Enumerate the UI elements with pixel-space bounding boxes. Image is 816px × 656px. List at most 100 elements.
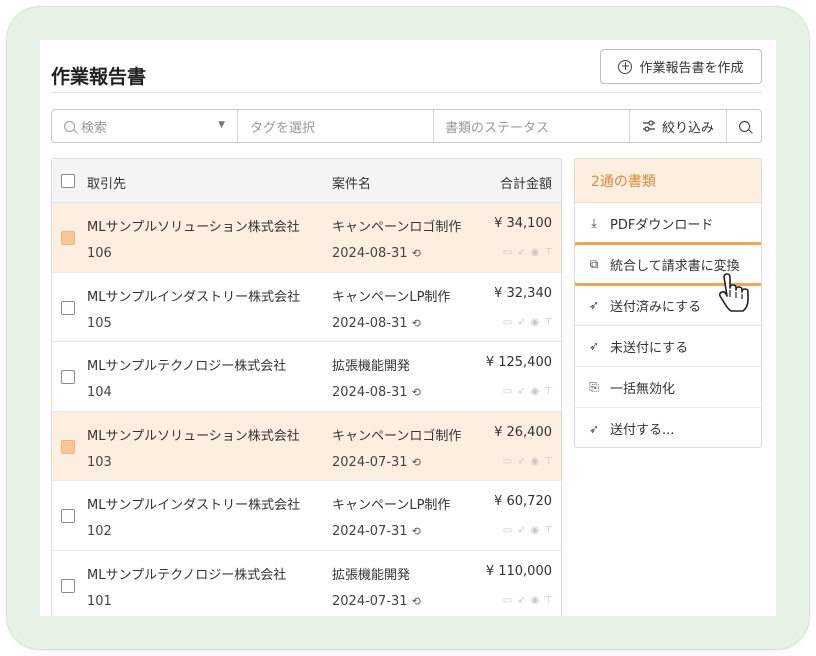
filter-icon: ⊤: [544, 247, 553, 258]
panel-action-label: PDFダウンロード: [610, 217, 714, 233]
filter-bar: 検索 ▼ タグを選択 書類のステータス 絞り込み: [51, 109, 762, 143]
filter-icon: ⊤: [544, 316, 553, 328]
history-icon: ⟲: [411, 455, 421, 469]
row-id: 106: [87, 246, 112, 261]
tag-select[interactable]: タグを選択: [238, 110, 434, 142]
row-client: MLサンプルソリューション株式会社: [87, 220, 300, 235]
row-id: 105: [87, 315, 112, 331]
row-status-icons: ▭ ➶ ◉ ⊤: [503, 595, 553, 606]
row-checkbox[interactable]: [61, 509, 75, 523]
eye-icon: ◉: [530, 455, 540, 467]
eye-icon: ◉: [530, 386, 540, 397]
row-status-icons: ▭ ➶ ◉ ⊤: [503, 317, 553, 328]
row-amount: ¥ 125,400: [485, 355, 552, 370]
row-project-name: 拡張機能開発: [332, 359, 411, 374]
panel-action-label: 統合して請求書に変換: [610, 258, 740, 274]
send-icon: ➶: [517, 386, 526, 397]
row-checkbox[interactable]: [61, 439, 75, 454]
search-button[interactable]: [727, 110, 761, 142]
title-divider: [51, 92, 762, 93]
panel-action-label: 一括無効化: [610, 381, 676, 397]
calendar-icon: ▭: [502, 247, 513, 258]
row-checkbox[interactable]: [61, 578, 75, 593]
row-status-icons: ▭ ➶ ◉ ⊤: [503, 456, 553, 467]
row-amount: ¥ 60,720: [494, 494, 552, 509]
panel-header: 2通の書類: [575, 159, 761, 203]
download-icon: ⤓: [591, 215, 597, 230]
table-row[interactable]: MLサンプルソリューション株式会社 103 キャンペーンロゴ制作 2024-07…: [52, 411, 561, 481]
row-date-wrap: 2024-07-31 ⟲: [332, 594, 421, 609]
send-icon: ➶: [517, 455, 526, 467]
sliders-icon: [642, 120, 655, 132]
send-icon: ➶: [588, 421, 600, 436]
row-date: 2024-07-31: [332, 593, 408, 609]
row-date: 2024-07-31: [332, 524, 408, 539]
send-icon: ➶: [517, 594, 526, 606]
panel-action-item[interactable]: ⤓ PDFダウンロード: [575, 203, 761, 244]
report-table: 取引先 案件名 合計金額 MLサンプルソリューション株式会社 106 キャンペー…: [51, 158, 562, 616]
filter-icon: ⊤: [544, 455, 553, 467]
row-id: 104: [87, 385, 112, 400]
filter-button[interactable]: 絞り込み: [630, 110, 727, 142]
row-amount: ¥ 32,340: [494, 285, 552, 301]
row-date: 2024-08-31: [332, 315, 408, 331]
row-project-name: キャンペーンLP制作: [332, 289, 451, 305]
row-checkbox[interactable]: [61, 300, 75, 315]
row-client: MLサンプルテクノロジー株式会社: [87, 567, 287, 583]
table-row[interactable]: MLサンプルテクノロジー株式会社 104 拡張機能開発 2024-08-31 ⟲ …: [52, 342, 561, 412]
search-icon: [738, 120, 750, 132]
header-amount: 合計金額: [499, 177, 552, 192]
panel-action-item[interactable]: ⎘ 一括無効化: [575, 367, 761, 408]
row-checkbox[interactable]: [61, 231, 75, 245]
eye-icon: ◉: [530, 525, 540, 536]
copy-icon: ⧉: [589, 256, 599, 271]
row-date-wrap: 2024-07-31 ⟲: [332, 524, 421, 539]
row-client: MLサンプルテクノロジー株式会社: [87, 359, 287, 374]
panel-action-label: 送付する...: [610, 423, 675, 438]
send-icon: ➶: [517, 525, 526, 536]
create-report-label: 作業報告書を作成: [639, 61, 744, 76]
row-amount: ¥ 26,400: [494, 424, 552, 440]
row-project-name: 拡張機能開発: [332, 567, 411, 583]
row-date: 2024-08-31: [332, 246, 408, 261]
select-all-checkbox[interactable]: [61, 174, 75, 188]
history-icon: ⟲: [411, 247, 421, 260]
row-checkbox[interactable]: [61, 370, 75, 384]
table-row[interactable]: MLサンプルテクノロジー株式会社 101 拡張機能開発 2024-07-31 ⟲ …: [52, 551, 561, 617]
eye-icon: ◉: [530, 316, 540, 328]
calendar-icon: ▭: [502, 386, 513, 397]
row-status-icons: ▭ ➶ ◉ ⊤: [503, 525, 553, 536]
row-date: 2024-07-31: [332, 454, 408, 470]
row-project-name: キャンペーンロゴ制作: [332, 428, 462, 444]
header-name: 案件名: [332, 177, 372, 192]
panel-action-item[interactable]: ➶ 未送付にする: [575, 326, 761, 367]
row-client: MLサンプルインダストリー株式会社: [87, 498, 301, 513]
document-x-icon: ⎘: [589, 379, 599, 394]
search-input[interactable]: 検索 ▼: [52, 110, 238, 142]
tag-placeholder: タグを選択: [250, 120, 316, 136]
row-client: MLサンプルインダストリー株式会社: [87, 289, 301, 305]
panel-action-label: 送付済みにする: [610, 299, 702, 315]
create-report-button[interactable]: + 作業報告書を作成: [600, 49, 762, 84]
status-select[interactable]: 書類のステータス: [434, 110, 630, 142]
eye-icon: ◉: [530, 247, 540, 258]
search-placeholder: 検索: [81, 120, 108, 136]
panel-action-item[interactable]: ➶ 送付する...: [575, 408, 761, 447]
table-row[interactable]: MLサンプルインダストリー株式会社 105 キャンペーンLP制作 2024-08…: [52, 273, 561, 342]
row-date-wrap: 2024-08-31 ⟲: [332, 246, 421, 261]
panel-action-label: 未送付にする: [610, 340, 689, 356]
header-client: 取引先: [87, 177, 127, 192]
row-client: MLサンプルソリューション株式会社: [87, 428, 300, 444]
hand-pointer-icon: [718, 273, 749, 312]
filter-icon: ⊤: [544, 594, 553, 606]
filter-icon: ⊤: [544, 386, 553, 397]
table-row[interactable]: MLサンプルソリューション株式会社 106 キャンペーンロゴ制作 2024-08…: [52, 203, 561, 273]
status-placeholder: 書類のステータス: [445, 120, 550, 136]
filter-icon: ⊤: [544, 525, 553, 536]
history-icon: ⟲: [411, 386, 421, 399]
row-amount: ¥ 34,100: [494, 216, 552, 231]
send-icon: ➶: [517, 247, 526, 258]
table-row[interactable]: MLサンプルインダストリー株式会社 102 キャンペーンLP制作 2024-07…: [52, 481, 561, 551]
history-icon: ⟲: [411, 594, 421, 608]
table-header: 取引先 案件名 合計金額: [52, 159, 561, 203]
